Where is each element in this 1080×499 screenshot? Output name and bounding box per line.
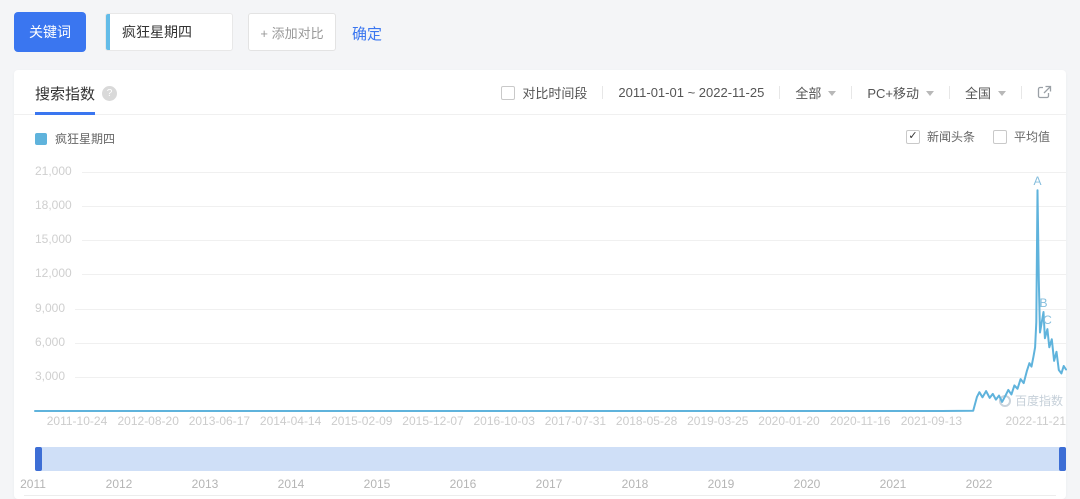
series-legend[interactable]: 疯狂星期四: [35, 130, 115, 147]
x-axis-tick: 2015-12-07: [402, 414, 464, 428]
slider-year-label: 2022: [960, 477, 998, 491]
divider: [851, 86, 853, 99]
slider-year-label: 2021: [874, 477, 912, 491]
slider-year-label: 2019: [702, 477, 740, 491]
x-axis-labels: 2011-10-24 2012-08-20 2013-06-17 2014-04-14…: [35, 414, 1066, 428]
slider-year-label: 2020: [788, 477, 826, 491]
news-headlines-label: 新闻头条: [926, 130, 975, 144]
scope-dropdown[interactable]: 全部: [795, 83, 837, 102]
divider: [779, 86, 781, 99]
tab-label: 搜索指数: [35, 86, 96, 103]
region-dropdown[interactable]: 全国: [965, 83, 1006, 102]
slider-year-label: 2017: [530, 477, 568, 491]
device-dropdown-value: PC+移动: [867, 86, 919, 101]
slider-year-labels: 2011 2012 2013 2014 2015 2016 2017 2018 2019 2020…: [15, 477, 1066, 491]
slider-year-label: 2012: [100, 477, 138, 491]
compare-period-label: 对比时间段: [522, 86, 588, 101]
x-axis-tick: 2013-06-17: [188, 414, 251, 428]
divider: [1021, 86, 1022, 99]
compare-period-toggle[interactable]: 对比时间段: [501, 83, 587, 102]
external-link-icon[interactable]: [1037, 85, 1052, 100]
overlay-toggles: 新闻头条 平均值: [905, 128, 1050, 145]
chevron-down-icon: [998, 90, 1006, 100]
average-checkbox[interactable]: [992, 129, 1007, 144]
news-headlines-checkbox[interactable]: [905, 129, 920, 144]
divider: [602, 86, 604, 99]
peak-marker-c[interactable]: C: [1043, 313, 1052, 327]
average-toggle[interactable]: 平均值: [992, 128, 1050, 145]
slider-year-label: 2013: [186, 477, 224, 491]
x-axis-tick: 2020-11-16: [829, 414, 891, 428]
slider-handle-left[interactable]: [35, 447, 42, 471]
navigator-baseline: [24, 495, 1056, 496]
slider-handle-right[interactable]: [1059, 447, 1066, 471]
active-tab-underline: [35, 112, 95, 115]
slider-year-label: 2015: [358, 477, 396, 491]
slider-year-label: 2016: [444, 477, 482, 491]
keyword-input-box[interactable]: [105, 13, 233, 51]
x-axis-tick: 2018-05-28: [615, 414, 678, 428]
x-axis-tick: 2014-04-14: [259, 414, 322, 428]
keyword-button[interactable]: 关键词: [14, 12, 86, 52]
filter-controls: 对比时间段 2011-01-01 ~ 2022-11-25 全部 PC+移动 全…: [501, 70, 1052, 115]
series-color-swatch: [35, 132, 47, 145]
average-label: 平均值: [1013, 130, 1050, 144]
compare-period-checkbox[interactable]: [501, 85, 516, 100]
date-range-value: 2011-01-01 ~ 2022-11-25: [618, 85, 765, 100]
plot-area[interactable]: 百度指数 21,000 18,000 15,000 12,000 9,000 6,000 3…: [34, 160, 1067, 412]
date-range-picker[interactable]: 2011-01-01 ~ 2022-11-25: [618, 85, 764, 100]
news-headlines-toggle[interactable]: 新闻头条: [905, 128, 975, 145]
series-legend-label: 疯狂星期四: [55, 132, 116, 146]
slider-year-label: 2011: [15, 477, 51, 491]
x-axis-tick: 2011-10-24: [46, 414, 108, 428]
x-axis-tick: 2016-10-03: [473, 414, 535, 428]
chevron-down-icon: [828, 90, 837, 100]
scope-dropdown-value: 全部: [795, 86, 822, 101]
x-axis-tick: 2017-07-31: [544, 414, 607, 428]
slider-year-label: 2014: [272, 477, 310, 491]
peak-marker-b[interactable]: B: [1040, 296, 1048, 310]
trend-line-svg: [34, 189, 1067, 412]
x-axis-tick: 2021-09-13: [900, 414, 963, 428]
x-axis-tick: 2012-08-20: [117, 414, 179, 428]
tab-search-index[interactable]: 搜索指数 ?: [35, 83, 118, 104]
x-axis-tick: 2020-01-20: [758, 414, 820, 428]
x-axis-tick: 2015-02-09: [331, 414, 393, 428]
x-axis-tick: 2022-11-21: [1005, 414, 1067, 428]
help-icon[interactable]: ?: [102, 86, 118, 101]
add-compare-button[interactable]: + 添加对比: [248, 13, 336, 51]
region-dropdown-value: 全国: [964, 86, 991, 101]
peak-marker-a[interactable]: A: [1034, 174, 1042, 188]
search-index-card: 搜索指数 ? 对比时间段 2011-01-01 ~ 2022-11-25 全部 …: [14, 70, 1067, 499]
keyword-input[interactable]: [110, 14, 232, 50]
card-header: 搜索指数 ? 对比时间段 2011-01-01 ~ 2022-11-25 全部 …: [14, 70, 1066, 115]
chevron-down-icon: [925, 90, 934, 100]
confirm-link[interactable]: 确定: [352, 23, 382, 44]
divider: [948, 86, 950, 99]
time-range-slider[interactable]: [35, 447, 1066, 471]
x-axis-tick: 2019-03-25: [687, 414, 749, 428]
slider-year-label: 2018: [616, 477, 654, 491]
device-dropdown[interactable]: PC+移动: [867, 83, 934, 102]
trend-line: [34, 189, 1067, 412]
